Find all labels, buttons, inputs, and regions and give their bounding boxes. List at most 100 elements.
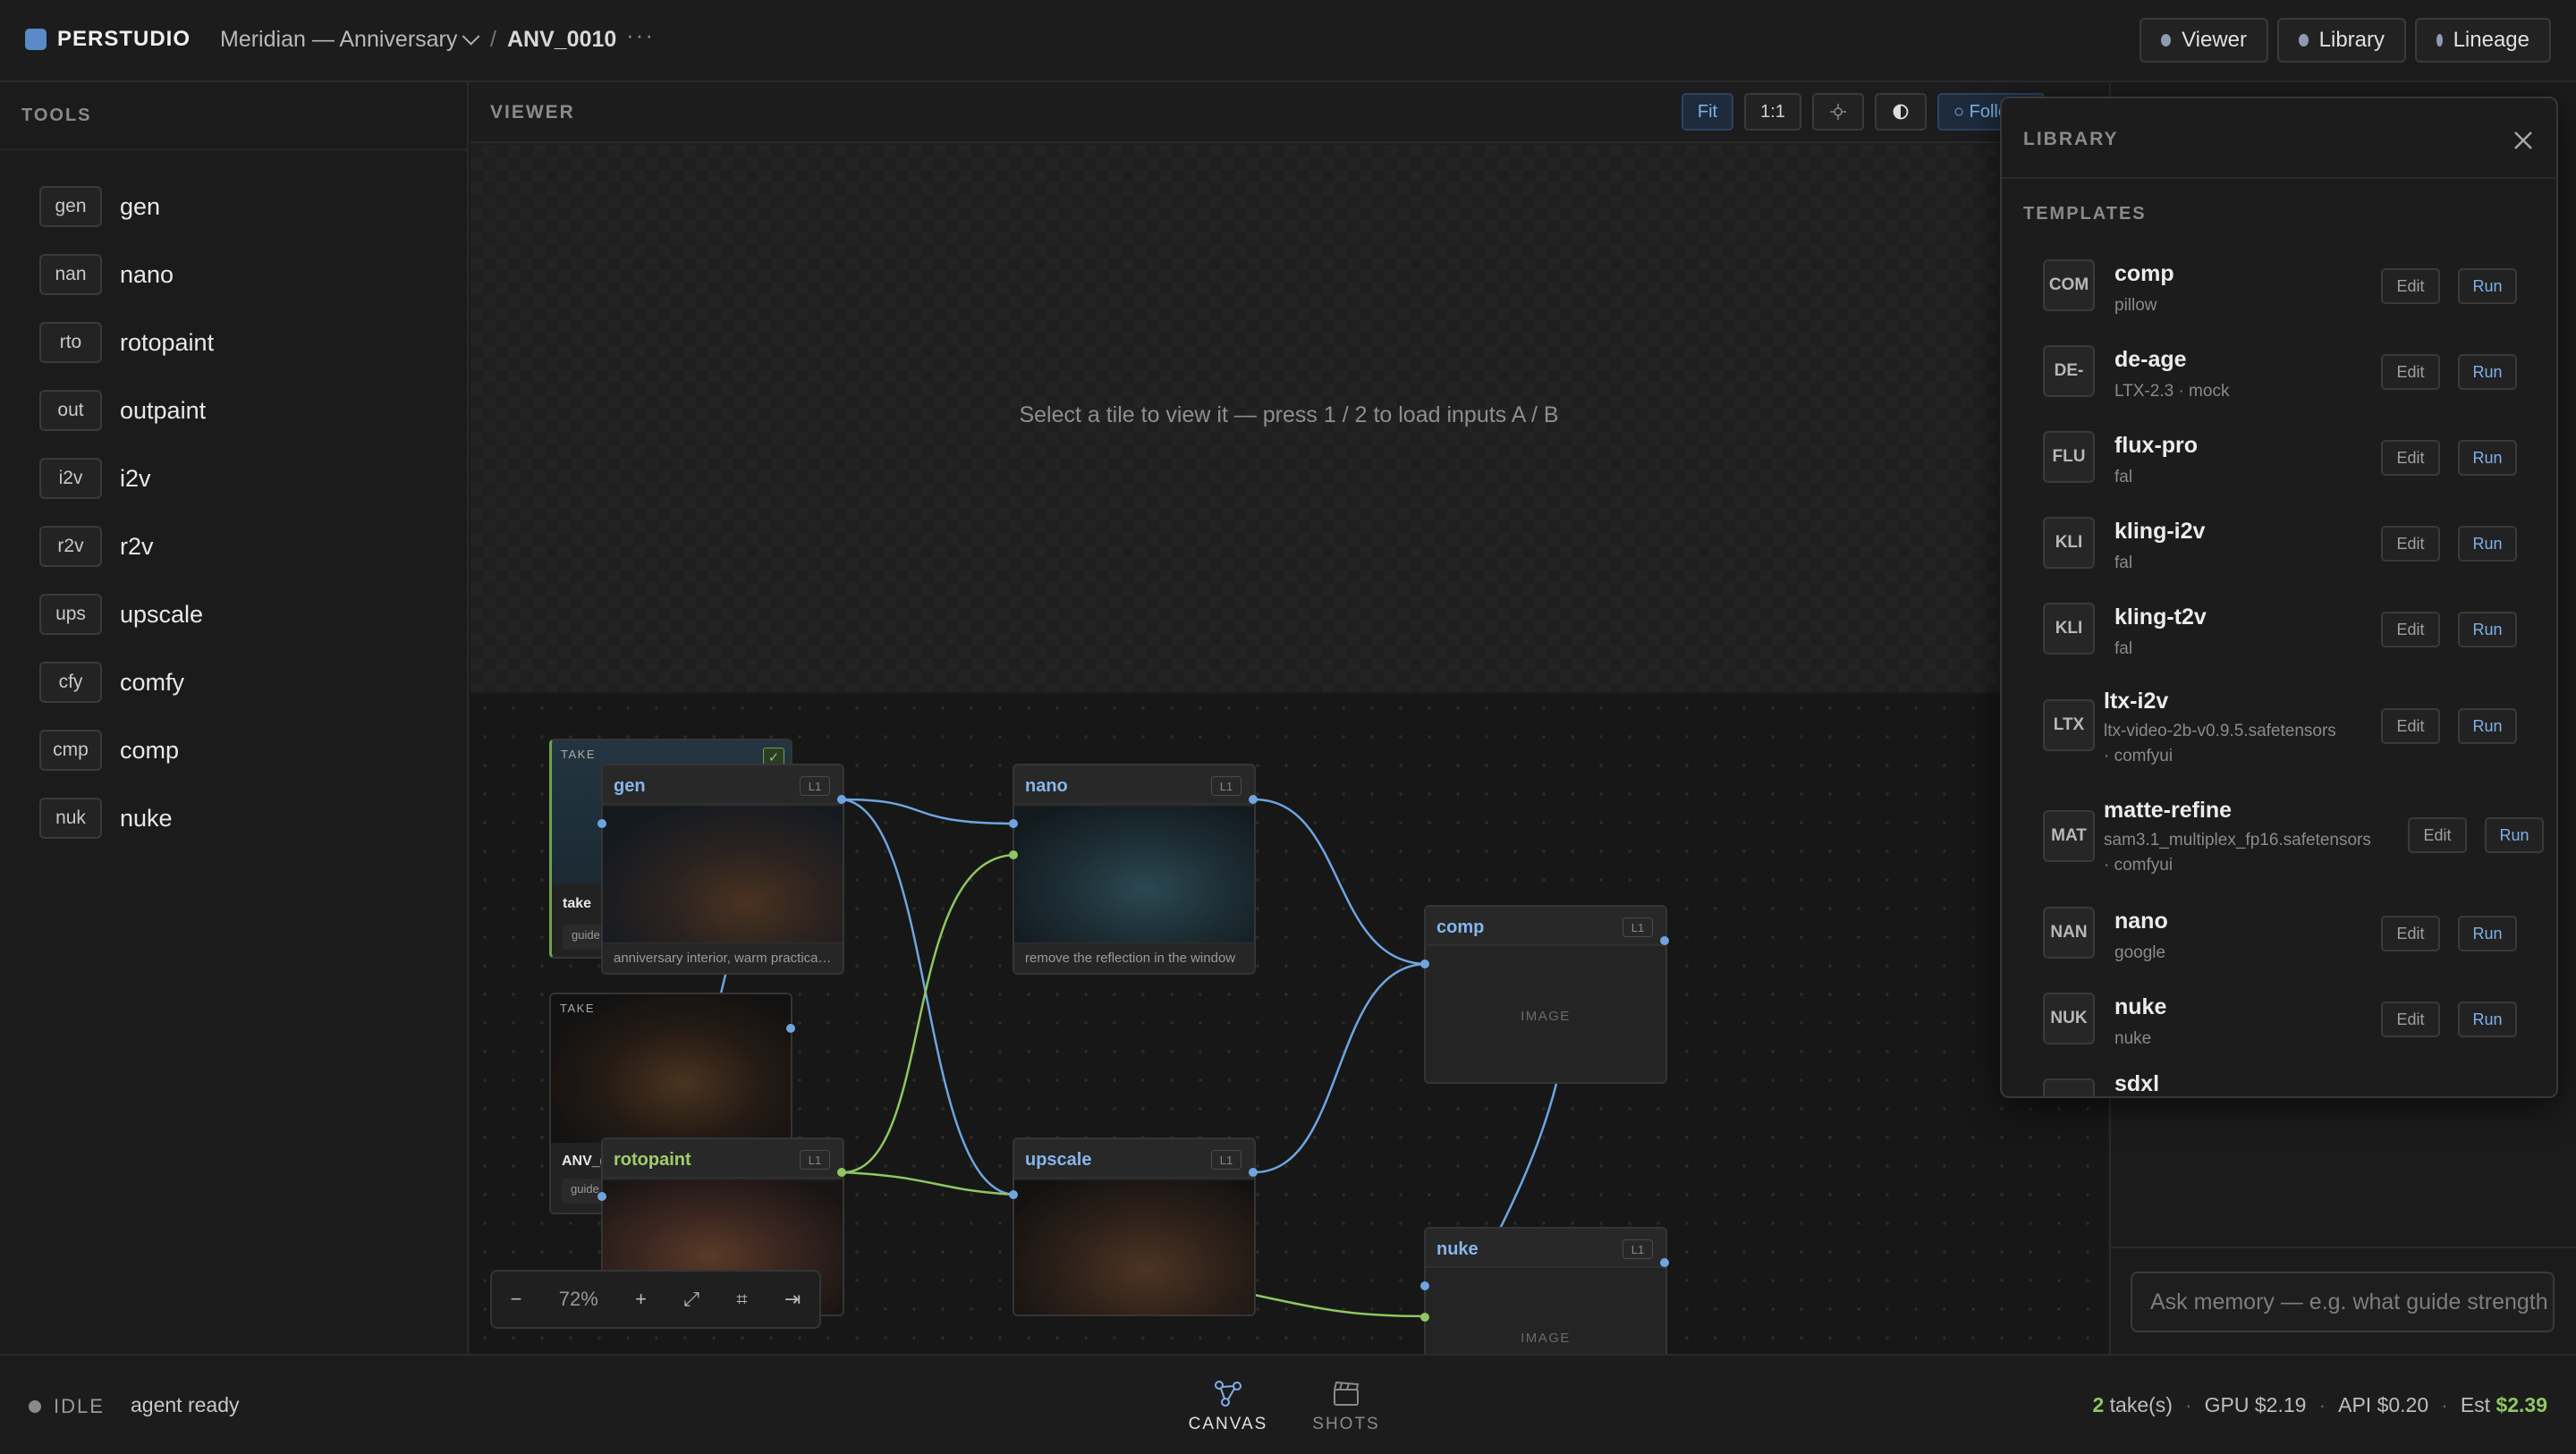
library-toggle-button[interactable]: Library [2277,18,2406,63]
jump-end-button[interactable]: ⇥ [784,1288,801,1311]
breadcrumb-shot[interactable]: ANV_0010 [507,27,616,53]
tool-label: nuke [120,804,173,832]
tool-rotopaint[interactable]: rto rotopaint [39,320,214,365]
project-selector[interactable]: Meridian — Anniversary [220,27,480,53]
chevron-down-icon [462,27,480,46]
node-header: nano L1 [1014,765,1254,805]
output-port[interactable] [837,1168,846,1177]
template-source: fal [2114,554,2133,572]
node-nuke[interactable]: nuke L1 IMAGE [1424,1227,1667,1354]
template-icon: KLI [2043,517,2095,569]
tool-upscale[interactable]: ups upscale [39,592,203,637]
template-edit-button[interactable]: Edit [2381,612,2440,647]
input-port[interactable] [1420,959,1429,968]
tool-gen[interactable]: gen gen [39,184,160,229]
input-port[interactable] [597,1192,606,1201]
template-run-button[interactable]: Run [2458,1002,2517,1037]
template-item: NAN nano google Edit Run [2043,907,2526,962]
node-level-tag: L1 [1211,1150,1241,1170]
template-source: LTX-2.3 · mock [2114,382,2230,401]
take-name: take [563,896,592,911]
output-port[interactable] [837,795,846,804]
tools-title: TOOLS [21,106,92,125]
cost-summary: 2 take(s) · GPU $2.19 · API $0.20 · Est … [2092,1393,2547,1417]
fit-button[interactable]: Fit [1682,93,1733,131]
template-run-button[interactable]: Run [2458,440,2517,476]
template-edit-button[interactable]: Edit [2381,268,2440,304]
input-port[interactable] [1009,819,1018,828]
actual-size-button[interactable]: 1:1 [1744,93,1801,131]
template-name: ltx-i2v [2104,689,2169,714]
more-options-button[interactable]: ··· [626,21,655,49]
input-port[interactable] [1420,1313,1429,1322]
tool-outpaint[interactable]: out outpaint [39,388,206,433]
output-port[interactable] [1660,936,1669,945]
template-run-button[interactable]: Run [2485,817,2544,853]
memory-query-input[interactable]: Ask memory — e.g. what guide strength [2131,1272,2555,1332]
node-thumbnail [1014,807,1254,944]
tool-i2v[interactable]: i2v i2v [39,456,151,501]
divider [2002,177,2556,179]
fit-view-button[interactable]: ⤢ [683,1288,699,1311]
tool-comp[interactable]: cmp comp [39,728,179,773]
node-thumbnail [1014,1180,1254,1315]
template-edit-button[interactable]: Edit [2381,708,2440,744]
template-run-button[interactable]: Run [2458,916,2517,951]
tab-canvas[interactable]: CANVAS [1179,1375,1277,1434]
output-port[interactable] [1660,1258,1669,1267]
viewer-stage[interactable]: Select a tile to view it — press 1 / 2 t… [470,145,2107,692]
input-port[interactable] [1009,1190,1018,1199]
node-canvas[interactable]: TAKE ✓ take guide TAKE ANV_( guide gen L… [470,694,2107,1354]
lineage-toggle-button[interactable]: Lineage [2415,18,2551,63]
template-run-button[interactable]: Run [2458,526,2517,562]
tab-shots[interactable]: SHOTS [1297,1375,1395,1434]
template-edit-button[interactable]: Edit [2381,916,2440,951]
grid-toggle-button[interactable]: ⌗ [736,1288,747,1311]
crosshair-button[interactable] [1812,93,1864,131]
tool-r2v[interactable]: r2v r2v [39,524,154,569]
output-port[interactable] [1249,795,1258,804]
tool-badge: out [39,390,102,431]
template-name: kling-i2v [2114,519,2206,544]
zoom-out-button[interactable]: − [511,1288,522,1311]
template-run-button[interactable]: Run [2458,612,2517,647]
library-panel: LIBRARY TEMPLATES COM comp pillow Edit R… [2000,97,2558,1098]
node-nano[interactable]: nano L1 remove the reflection in the win… [1013,764,1256,975]
viewer-toggle-button[interactable]: Viewer [2140,18,2268,63]
image-placeholder: IMAGE [1521,1009,1571,1024]
close-button[interactable] [2501,118,2546,163]
output-port[interactable] [1249,1168,1258,1177]
template-run-button[interactable]: Run [2458,268,2517,304]
input-port[interactable] [597,819,606,828]
template-run-button[interactable]: Run [2458,708,2517,744]
input-port[interactable] [1009,850,1018,859]
tool-comfy[interactable]: cfy comfy [39,660,184,705]
viewer-title: VIEWER [490,102,575,123]
input-port[interactable] [1420,1281,1429,1290]
contrast-button[interactable] [1875,93,1927,131]
brand-name: PERSTUDIO [57,27,191,51]
node-comp[interactable]: comp L1 IMAGE [1424,905,1667,1084]
template-edit-button[interactable]: Edit [2381,526,2440,562]
template-edit-button[interactable]: Edit [2381,440,2440,476]
tool-nano[interactable]: nan nano [39,252,174,297]
zoom-in-button[interactable]: + [635,1288,647,1311]
output-port[interactable] [786,1024,795,1033]
separator: · [2184,1393,2192,1416]
template-edit-button[interactable]: Edit [2381,1002,2440,1037]
template-source: pillow [2114,296,2157,315]
template-edit-button[interactable]: Edit [2381,354,2440,390]
template-model: ltx-video-2b-v0.9.5.safetensors [2104,722,2336,740]
clapperboard-icon [1297,1375,1395,1411]
divider [0,148,467,150]
tool-nuke[interactable]: nuk nuke [39,796,173,841]
template-item: FLU flux-pro fal Edit Run [2043,431,2526,486]
template-run-button[interactable]: Run [2458,354,2517,390]
template-edit-button[interactable]: Edit [2408,817,2467,853]
node-gen[interactable]: gen L1 anniversary interior, warm practi… [601,764,844,975]
templates-heading: TEMPLATES [2023,204,2147,224]
agent-status-text: agent ready [131,1393,240,1416]
node-upscale[interactable]: upscale L1 [1013,1137,1256,1316]
viewer-header: VIEWER Fit 1:1 ○ Follo [470,82,2107,143]
wire [1253,962,1428,1174]
